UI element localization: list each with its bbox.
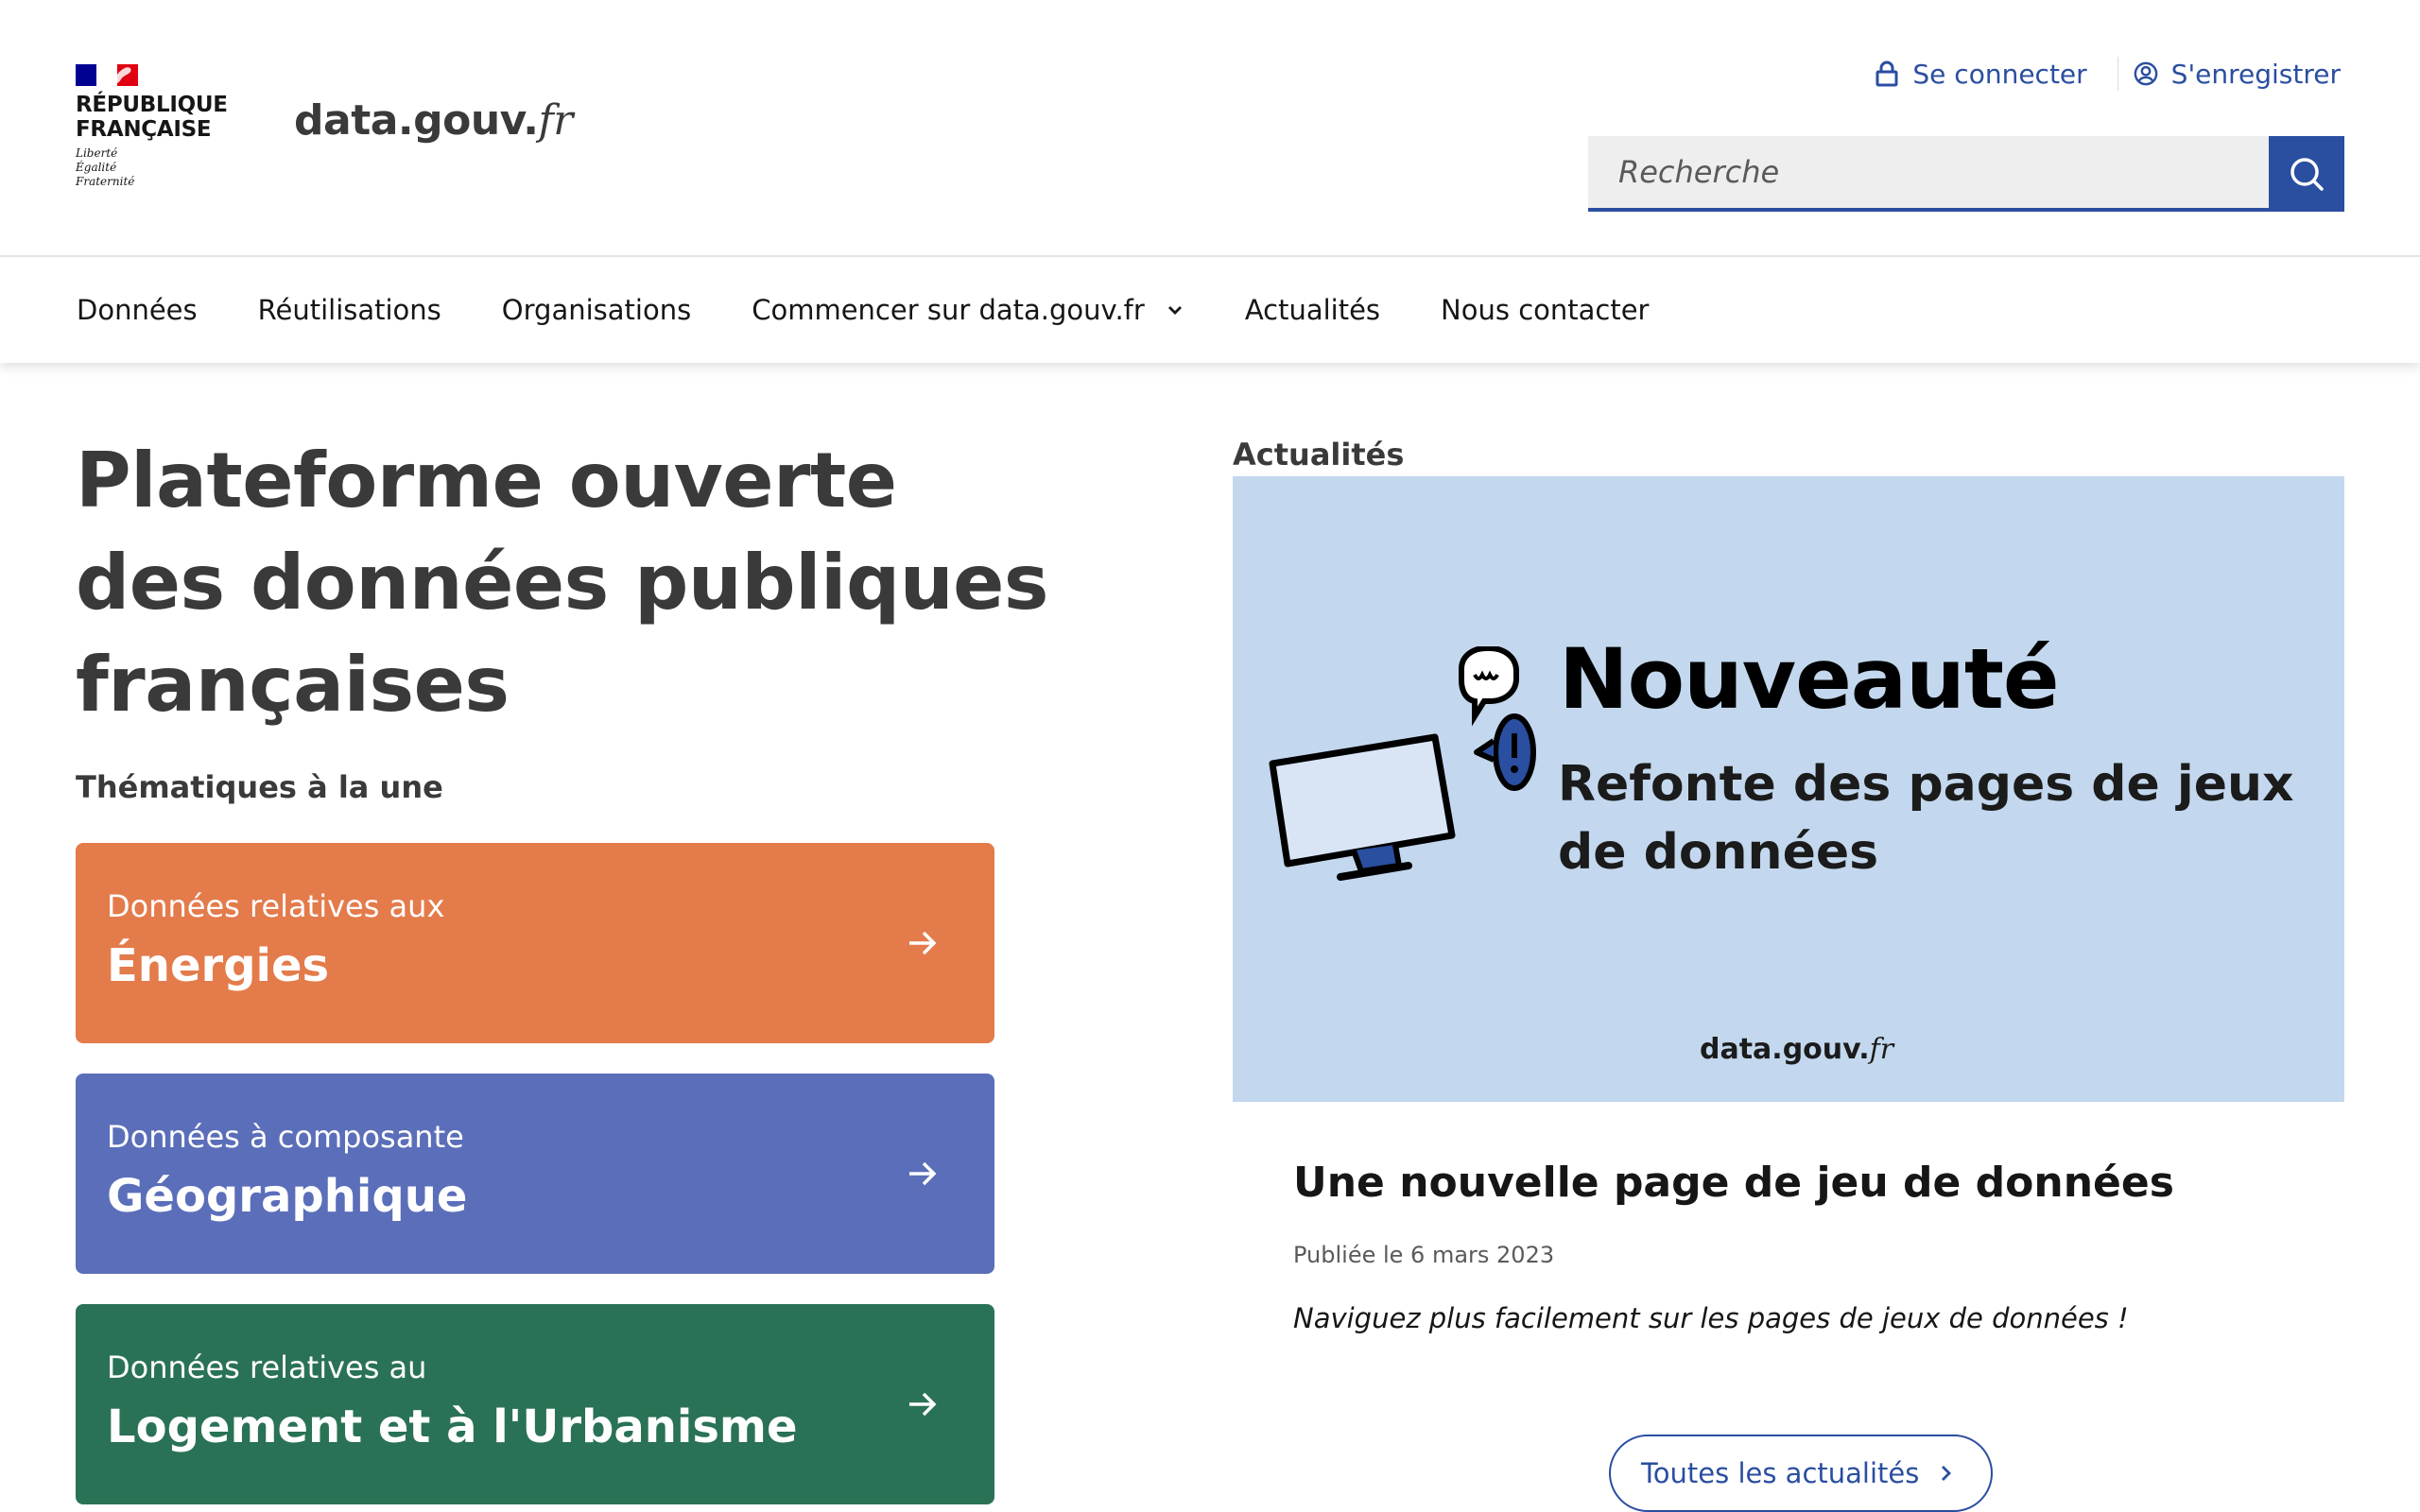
nav-item-contact[interactable]: Nous contacter: [1441, 294, 1649, 326]
nav-item-commencer[interactable]: Commencer sur data.gouv.fr: [752, 294, 1184, 326]
login-label: Se connecter: [1912, 58, 2087, 90]
search-input[interactable]: [1588, 136, 2269, 212]
header-tools: Se connecter S'enregistrer: [1859, 57, 2352, 91]
main-nav: Données Réutilisations Organisations Com…: [0, 257, 2420, 363]
arrow-right-icon: [909, 1392, 937, 1417]
site-name: data.gouv.: [294, 96, 539, 145]
republic-motto: Liberté Égalité Fraternité: [76, 146, 135, 188]
theme-tile-logement[interactable]: Données relatives au Logement et à l'Urb…: [76, 1304, 994, 1504]
republique-francaise-label: RÉPUBLIQUE FRANÇAISE: [76, 93, 228, 142]
site-tld: fr: [538, 96, 573, 145]
news-section-label: Actualités: [1233, 437, 1405, 472]
chevron-down-icon: [1167, 306, 1182, 315]
tile-subtitle: Données relatives aux: [107, 888, 445, 924]
news-article-date: Publiée le 6 mars 2023: [1293, 1242, 1555, 1268]
theme-tile-geographique[interactable]: Données à composante Géographique: [76, 1074, 994, 1274]
site-header: RÉPUBLIQUE FRANÇAISE Liberté Égalité Fra…: [0, 0, 2420, 257]
login-link[interactable]: Se connecter: [1859, 59, 2098, 90]
search-icon: [2290, 158, 2324, 191]
register-label: S'enregistrer: [2170, 58, 2341, 90]
banner-title: Nouveauté: [1559, 630, 2060, 728]
theme-tile-energies[interactable]: Données relatives aux Énergies: [76, 843, 994, 1043]
nav-item-actualites[interactable]: Actualités: [1245, 294, 1380, 326]
tile-subtitle: Données à composante: [107, 1119, 464, 1155]
arrow-right-icon: [909, 1161, 937, 1186]
user-icon: [2134, 61, 2158, 86]
news-banner-image[interactable]: Nouveauté Refonte des pages de jeux de d…: [1233, 476, 2344, 1102]
computer-speech-illustration: [1269, 646, 1536, 881]
tile-title: Énergies: [107, 939, 330, 992]
tile-subtitle: Données relatives au: [107, 1349, 427, 1385]
search-button[interactable]: [2269, 136, 2344, 212]
nav-item-donnees[interactable]: Données: [77, 294, 198, 326]
news-article-title[interactable]: Une nouvelle page de jeu de données: [1293, 1159, 2174, 1207]
chevron-right-icon: [1942, 1466, 1952, 1481]
news-article-description: Naviguez plus facilement sur les pages d…: [1293, 1302, 2129, 1334]
all-news-button[interactable]: Toutes les actualités: [1609, 1435, 1994, 1512]
lock-icon: [1876, 60, 1898, 87]
all-news-label: Toutes les actualités: [1641, 1457, 1920, 1489]
nav-item-reutilisations[interactable]: Réutilisations: [258, 294, 441, 326]
themes-heading: Thématiques à la une: [76, 769, 443, 805]
tile-title: Géographique: [107, 1170, 468, 1223]
banner-subtitle: Refonte des pages de jeux de données: [1558, 756, 2294, 881]
nav-item-organisations[interactable]: Organisations: [502, 294, 691, 326]
site-logo[interactable]: data.gouv.fr: [294, 96, 573, 145]
register-link[interactable]: S'enregistrer: [2134, 59, 2352, 90]
tile-title: Logement et à l'Urbanisme: [107, 1400, 798, 1453]
search-bar: [1588, 136, 2344, 212]
page-title: Plateforme ouverte des données publiques…: [76, 437, 1049, 729]
marianne-icon: [112, 67, 131, 85]
arrow-right-icon: [909, 931, 937, 955]
banner-logo: data.gouv.fr: [1700, 1033, 1894, 1066]
